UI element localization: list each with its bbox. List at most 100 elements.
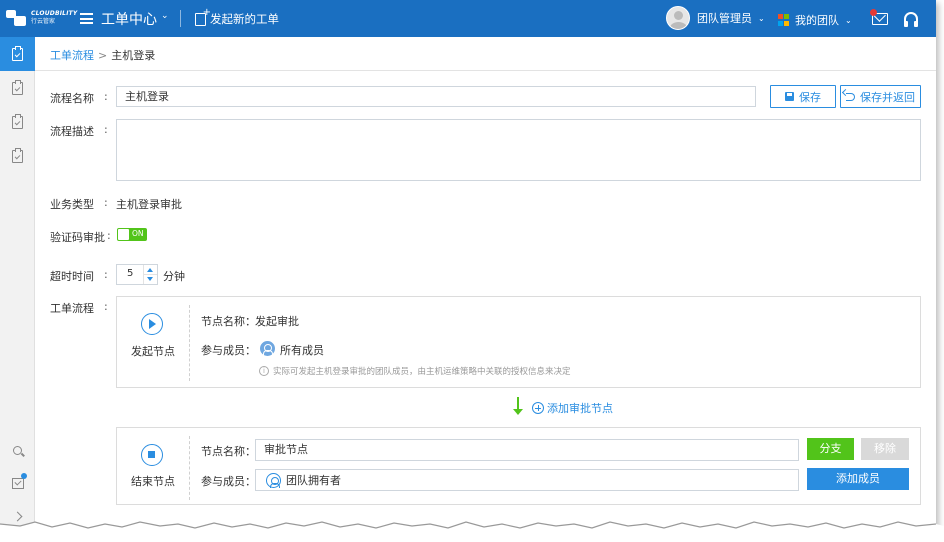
team-grid-square [778, 14, 783, 19]
add-member-button[interactable]: 添加成员 [807, 468, 909, 490]
divider [189, 436, 190, 500]
logo[interactable]: CLOUDBILITY 行云管家 [6, 8, 77, 28]
colon: : [107, 229, 111, 242]
timeout-unit: 分钟 [163, 270, 185, 283]
start-node-card: 发起节点 节点名称： 发起审批 参与成员： 所有成员 i 实际可发起主机登录审批… [116, 296, 921, 388]
save-icon [785, 92, 794, 101]
members-value: 团队拥有者 [286, 474, 341, 487]
logo-text-en: CLOUDBILITY [31, 10, 78, 17]
desc-textarea[interactable] [116, 119, 921, 181]
team-grid-icon [778, 14, 790, 26]
colon: : [104, 196, 108, 209]
biz-type-label: 业务类型 [50, 198, 94, 211]
hint-label: 实际可发起主机登录审批的团队成员，由主机运维策略中关联的授权信息来决定 [273, 367, 571, 377]
timeout-value: 5 [127, 268, 134, 279]
chevron-down-icon[interactable]: ⌄ [161, 11, 169, 21]
name-label: 流程名称 [50, 92, 94, 105]
name-input[interactable]: 主机登录 [116, 86, 756, 107]
team-grid-square [784, 20, 789, 26]
clipboard-icon [12, 79, 23, 95]
toggle-knob [118, 229, 129, 240]
colon: : [104, 90, 108, 103]
flow-label: 工单流程 [50, 302, 94, 315]
timeout-label: 超时时间 [50, 270, 94, 283]
toggle-state: ON [132, 229, 144, 238]
info-icon: i [259, 366, 269, 376]
members-label: 参与成员： [201, 344, 256, 357]
sidebar-item-search[interactable] [0, 433, 35, 467]
node-name-value: 发起审批 [255, 315, 299, 328]
new-ticket-button[interactable]: 发起新的工单 [195, 7, 279, 27]
sidebar-item-pending[interactable] [0, 105, 35, 139]
start-node-title: 发起节点 [131, 345, 175, 358]
breadcrumb-parent[interactable]: 工单流程 [50, 49, 94, 62]
chevron-down-icon: ⌄ [845, 15, 852, 25]
breadcrumb-separator: > [98, 49, 108, 62]
sidebar-item-done[interactable] [0, 139, 35, 173]
stop-icon [141, 444, 163, 466]
desc-label: 流程描述 [50, 125, 94, 138]
breadcrumb: 工单流程 > 主机登录 [35, 37, 936, 71]
logo-icon [6, 8, 28, 28]
user-menu[interactable]: 团队管理员 ⌄ [666, 6, 765, 30]
biz-type-value: 主机登录审批 [116, 198, 182, 211]
clipboard-icon [12, 45, 23, 61]
timeout-stepper[interactable]: 5 [116, 264, 158, 285]
sidebar-item-workflow[interactable] [0, 37, 35, 71]
plus-circle-icon [532, 402, 544, 414]
remove-button[interactable]: 移除 [861, 438, 909, 460]
hint-text: i 实际可发起主机登录审批的团队成员，由主机运维策略中关联的授权信息来决定 [259, 365, 571, 377]
arrow-down-icon [513, 397, 523, 415]
colon: : [104, 300, 108, 313]
team-menu[interactable]: 我的团队 ⌄ [778, 12, 852, 28]
members-field[interactable]: 团队拥有者 [255, 469, 799, 491]
captcha-label: 验证码审批 [50, 231, 105, 244]
clipboard-check-icon [12, 147, 23, 163]
captcha-toggle[interactable]: ON [117, 228, 147, 241]
user-name: 团队管理员 [697, 12, 752, 25]
app-title[interactable]: 工单中心 [101, 9, 157, 29]
divider [180, 10, 181, 27]
headset-icon[interactable] [904, 12, 918, 27]
team-grid-square [784, 14, 789, 19]
clipboard-clock-icon [12, 113, 23, 129]
members-value: 所有成员 [280, 344, 324, 357]
add-node-label: 添加审批节点 [547, 402, 613, 415]
search-icon [13, 445, 22, 455]
new-ticket-label: 发起新的工单 [210, 12, 279, 26]
save-return-label: 保存并返回 [860, 90, 915, 104]
sidebar-item-tickets[interactable] [0, 71, 35, 105]
new-ticket-icon [195, 7, 211, 26]
menu-icon[interactable] [80, 13, 93, 24]
end-node-card: 结束节点 节点名称： 审批节点 参与成员： 团队拥有者 [116, 427, 921, 505]
play-icon [141, 313, 163, 335]
save-button[interactable]: 保存 [770, 85, 836, 108]
increment-icon[interactable] [147, 268, 153, 272]
node-name-label: 节点名称： [201, 315, 256, 328]
sidebar [0, 37, 35, 532]
colon: : [104, 123, 108, 136]
branch-button[interactable]: 分支 [807, 438, 854, 460]
members-icon [266, 473, 281, 488]
notification-dot [870, 9, 877, 16]
members-label: 参与成员： [201, 475, 256, 488]
end-node-title: 结束节点 [131, 475, 175, 488]
avatar [666, 6, 690, 30]
add-approval-node-button[interactable]: 添加审批节点 [532, 400, 613, 416]
members-icon [260, 341, 275, 356]
team-grid-square [778, 20, 783, 26]
save-and-return-button[interactable]: 保存并返回 [840, 85, 921, 108]
torn-edge [0, 521, 944, 542]
top-bar: CLOUDBILITY 行云管家 工单中心 ⌄ 发起新的工单 团队管理员 ⌄ 我… [0, 0, 936, 37]
app-window: CLOUDBILITY 行云管家 工单中心 ⌄ 发起新的工单 团队管理员 ⌄ 我… [0, 0, 936, 532]
node-name-input[interactable]: 审批节点 [255, 439, 799, 461]
divider [189, 305, 190, 381]
notification-dot [21, 473, 27, 479]
save-label: 保存 [799, 90, 821, 104]
chevron-down-icon: ⌄ [758, 13, 765, 23]
return-icon [846, 92, 855, 101]
team-label: 我的团队 [795, 14, 839, 27]
sidebar-item-tasks[interactable] [0, 466, 35, 500]
task-check-icon [11, 477, 24, 489]
decrement-icon[interactable] [147, 277, 153, 281]
